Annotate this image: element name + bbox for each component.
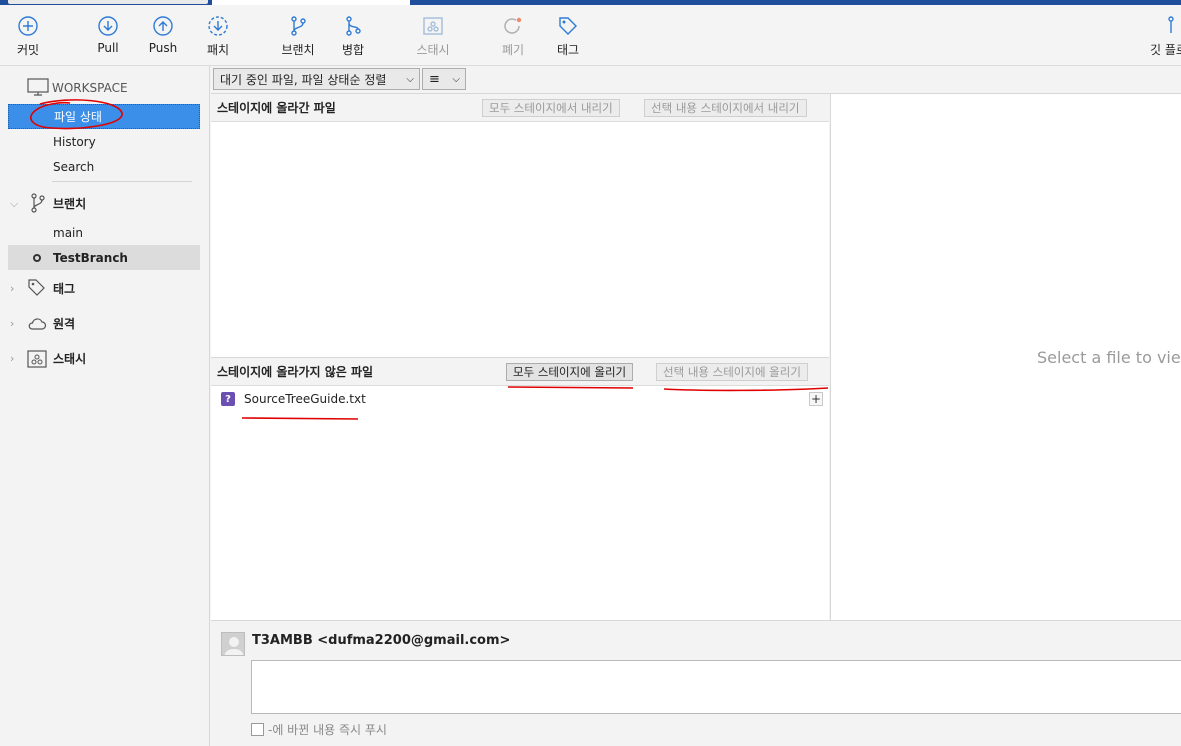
git-flow-button[interactable]: 깃 플로 (1144, 15, 1181, 58)
file-filter-bar: 대기 중인 파일, 파일 상태순 정렬 ⌵ ≡ ⌵ (211, 66, 1181, 94)
toolbar: 커밋 Pull Push 패치 브랜치 병합 스태시 폐기 태그 깃 플로 (0, 5, 1181, 66)
arrow-down-circle-icon (98, 16, 118, 36)
chevron-right-icon: › (10, 352, 15, 365)
arrow-up-circle-icon (153, 16, 173, 36)
discard-label: 폐기 (501, 43, 525, 57)
fetch-button[interactable]: 패치 (190, 15, 246, 58)
user-silhouette-icon (224, 637, 244, 655)
diff-panel: Select a file to view (830, 94, 1181, 620)
stash-label: 스태시 (416, 43, 450, 57)
history-label: History (53, 134, 96, 149)
file-name: SourceTreeGuide.txt (244, 392, 366, 406)
fetch-icon (208, 16, 228, 36)
workspace-label: WORKSPACE (52, 80, 128, 95)
sort-dropdown-label: 대기 중인 파일, 파일 상태순 정렬 (220, 72, 387, 87)
stashes-label: 스태시 (53, 352, 87, 366)
push-label: Push (148, 41, 178, 55)
commit-area: T3AMBB <dufma2200@gmail.com> -에 바뀐 내용 즉시… (211, 620, 1181, 746)
git-flow-icon (1168, 16, 1174, 33)
view-mode-dropdown[interactable]: ≡ ⌵ (422, 68, 466, 90)
push-immediately-checkbox[interactable] (251, 723, 264, 736)
unstaged-files-title: 스테이지에 올라가지 않은 파일 (217, 365, 374, 379)
merge-icon (346, 16, 361, 36)
plus-circle-icon (18, 16, 38, 36)
diff-placeholder: Select a file to view (1037, 348, 1181, 367)
stash-icon (423, 17, 443, 35)
chevron-down-icon: ⌵ (406, 73, 414, 85)
list-view-icon: ≡ (429, 71, 440, 87)
branch-testbranch-label: TestBranch (53, 250, 128, 265)
staged-files-pane: 스테이지에 올라간 파일 모두 스테이지에서 내리기 선택 내용 스테이지에서 … (211, 94, 829, 357)
sidebar-workspace-header[interactable]: WORKSPACE (8, 75, 200, 100)
discard-icon (504, 17, 522, 34)
unstaged-files-pane: 스테이지에 올라가지 않은 파일 모두 스테이지에 올리기 선택 내용 스테이지… (211, 357, 829, 620)
sidebar-item-file-status[interactable]: 파일 상태 (8, 104, 200, 129)
sidebar-remotes-header[interactable]: › 원격 (8, 311, 200, 336)
stash-button[interactable]: 스태시 (405, 15, 461, 58)
discard-button[interactable]: 폐기 (485, 15, 541, 58)
push-immediately-label: -에 바뀐 내용 즉시 푸시 (268, 723, 387, 737)
push-button[interactable]: Push (135, 15, 191, 55)
branch-button[interactable]: 브랜치 (270, 15, 326, 58)
branch-icon (291, 16, 306, 36)
sidebar: WORKSPACE 파일 상태 History Search ⌵ 브랜치 mai… (0, 66, 210, 746)
sidebar-item-search[interactable]: Search (8, 154, 200, 179)
sidebar-tags-header[interactable]: › 태그 (8, 276, 200, 301)
file-row[interactable]: ? SourceTreeGuide.txt (221, 392, 366, 406)
sidebar-item-history[interactable]: History (8, 129, 200, 154)
search-label: Search (53, 159, 95, 174)
merge-button[interactable]: 병합 (325, 15, 381, 58)
sidebar-branches-header[interactable]: ⌵ 브랜치 (8, 191, 200, 216)
commit-label: 커밋 (16, 43, 40, 57)
tag-label: 태그 (556, 43, 580, 57)
file-status-label: 파일 상태 (54, 110, 102, 124)
sidebar-divider (52, 181, 192, 182)
commit-message-input[interactable] (251, 660, 1181, 714)
chevron-down-icon: ⌵ (10, 196, 19, 210)
sort-dropdown[interactable]: 대기 중인 파일, 파일 상태순 정렬 ⌵ (213, 68, 420, 90)
window-tab[interactable] (8, 0, 208, 4)
fetch-label: 패치 (206, 43, 230, 57)
tag-icon (28, 279, 45, 296)
git-flow-label: 깃 플로 (1150, 43, 1181, 57)
tag-icon (559, 17, 577, 35)
branches-label: 브랜치 (53, 197, 87, 211)
cloud-icon (28, 318, 47, 330)
staged-files-title: 스테이지에 올라간 파일 (217, 101, 336, 115)
tags-label: 태그 (53, 282, 76, 296)
pull-button[interactable]: Pull (80, 15, 136, 55)
stage-all-button[interactable]: 모두 스테이지에 올리기 (506, 363, 634, 381)
current-branch-icon (33, 253, 41, 262)
push-immediately-option[interactable]: -에 바뀐 내용 즉시 푸시 (251, 721, 387, 738)
chevron-down-icon: ⌵ (452, 73, 460, 85)
sidebar-stashes-header[interactable]: › 스태시 (8, 346, 200, 371)
remotes-label: 원격 (53, 317, 76, 331)
monitor-icon (27, 78, 49, 96)
pull-label: Pull (97, 41, 119, 55)
stage-file-plus-icon[interactable]: + (809, 392, 823, 406)
unstaged-files-header: 스테이지에 올라가지 않은 파일 모두 스테이지에 올리기 선택 내용 스테이지… (211, 358, 829, 386)
merge-label: 병합 (341, 43, 365, 57)
stash-icon (27, 350, 47, 368)
branch-label: 브랜치 (281, 43, 315, 57)
list-item[interactable]: ? SourceTreeGuide.txt + (211, 386, 829, 416)
chevron-right-icon: › (10, 282, 15, 295)
commit-author: T3AMBB <dufma2200@gmail.com> (252, 633, 511, 648)
staged-files-header: 스테이지에 올라간 파일 모두 스테이지에서 내리기 선택 내용 스테이지에서 … (211, 94, 829, 122)
avatar (221, 632, 245, 656)
branch-main-label: main (53, 225, 83, 240)
stage-selected-button[interactable]: 선택 내용 스테이지에 올리기 (656, 363, 808, 381)
untracked-question-icon: ? (221, 392, 235, 406)
commit-button[interactable]: 커밋 (0, 15, 56, 58)
tag-button[interactable]: 태그 (540, 15, 596, 58)
sidebar-item-branch-testbranch[interactable]: TestBranch (8, 245, 200, 270)
unstage-selected-button[interactable]: 선택 내용 스테이지에서 내리기 (644, 99, 807, 117)
branch-icon (31, 193, 45, 213)
chevron-right-icon: › (10, 317, 15, 330)
sidebar-item-branch-main[interactable]: main (8, 220, 200, 245)
unstage-all-button[interactable]: 모두 스테이지에서 내리기 (482, 99, 620, 117)
